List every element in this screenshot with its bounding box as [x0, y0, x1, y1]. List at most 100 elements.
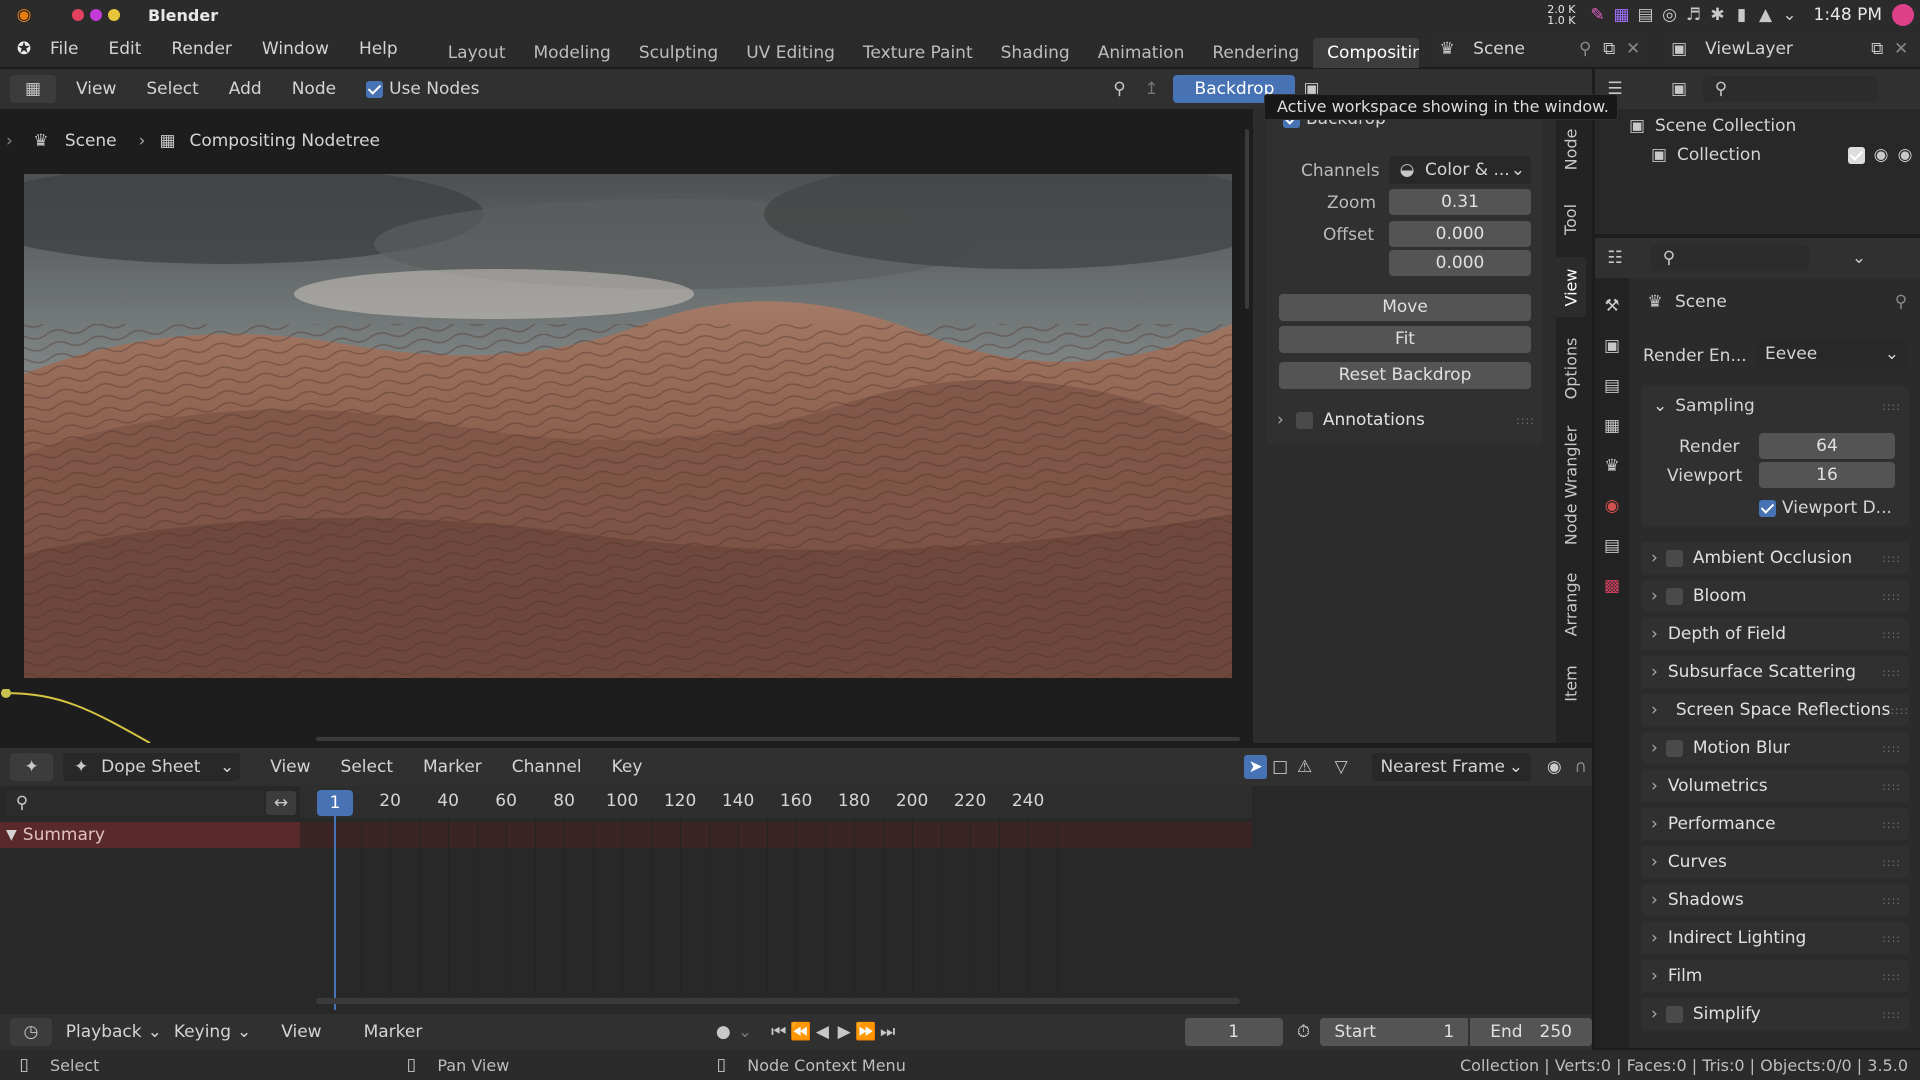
tab-modeling[interactable]: Modeling: [520, 38, 625, 68]
exclude-checkbox[interactable]: [1848, 146, 1865, 164]
fit-button[interactable]: Fit: [1279, 326, 1531, 353]
volume-icon[interactable]: ♬: [1682, 3, 1706, 27]
viewport-denoise-option[interactable]: Viewport D...: [1759, 498, 1892, 518]
chevron-down-icon[interactable]: ⌄: [1778, 3, 1802, 27]
drag-handle-icon[interactable]: ::::: [1882, 552, 1901, 565]
editor-type-button[interactable]: ◷: [10, 1018, 52, 1046]
tab-animation[interactable]: Animation: [1084, 38, 1199, 68]
panel-enable-checkbox[interactable]: [1665, 549, 1683, 567]
summary-channel[interactable]: ▼ Summary: [0, 822, 300, 848]
editor-type-button[interactable]: ✦: [10, 753, 54, 781]
menu-node[interactable]: Node: [292, 79, 336, 99]
eye-icon[interactable]: ◉: [1869, 143, 1893, 167]
tab-node[interactable]: Node: [1556, 119, 1586, 179]
vpn-icon[interactable]: ◎: [1658, 3, 1682, 27]
end-frame-field[interactable]: End 250: [1470, 1018, 1592, 1046]
drag-handle-icon[interactable]: ::::: [1516, 414, 1535, 427]
drag-handle-icon[interactable]: ::::: [1882, 894, 1901, 907]
tab-sculpting[interactable]: Sculpting: [625, 38, 732, 68]
menu-help[interactable]: Help: [359, 39, 398, 59]
tab-layout[interactable]: Layout: [434, 38, 520, 68]
properties-panel[interactable]: › Depth of Field::::: [1641, 618, 1909, 650]
horizontal-scrollbar[interactable]: [316, 998, 1240, 1004]
render-samples-field[interactable]: 64: [1759, 433, 1895, 459]
view-layer-tab-icon[interactable]: ▦: [1600, 414, 1624, 438]
tab-options[interactable]: Options: [1556, 323, 1586, 413]
scene-selector[interactable]: ♛ Scene ⚲ ⧉ ✕: [1429, 34, 1652, 63]
new-view-layer-icon[interactable]: ⧉: [1865, 37, 1889, 61]
scene-tab-icon[interactable]: ♛: [1600, 454, 1624, 478]
chevron-down-icon[interactable]: ⌄: [1847, 246, 1871, 270]
drag-handle-icon[interactable]: ::::: [1882, 400, 1901, 413]
menu-select[interactable]: Select: [146, 79, 198, 99]
channels-dropdown[interactable]: ◒ Color & ... ⌄: [1389, 156, 1531, 184]
horizontal-scrollbar[interactable]: [316, 737, 1240, 741]
frame-ruler[interactable]: 20 40 60 80 100 120 140 160 180 200 220 240: [300, 786, 1252, 818]
jump-end-icon[interactable]: ⏭: [877, 1020, 899, 1044]
panel-enable-checkbox[interactable]: [1665, 1005, 1683, 1023]
drag-handle-icon[interactable]: ::::: [1882, 818, 1901, 831]
properties-panel[interactable]: › Volumetrics::::: [1641, 770, 1909, 802]
annotations-checkbox[interactable]: [1295, 411, 1313, 429]
tab-uv-editing[interactable]: UV Editing: [732, 38, 849, 68]
move-button[interactable]: Move: [1279, 294, 1531, 321]
bluetooth-icon[interactable]: ✱: [1706, 3, 1730, 27]
viewport-denoise-checkbox[interactable]: [1759, 499, 1776, 517]
properties-editor-icon[interactable]: ☷: [1603, 246, 1627, 270]
proportional-edit-icon[interactable]: ◉: [1543, 755, 1566, 779]
annotations-panel[interactable]: › Annotations ::::: [1267, 404, 1543, 436]
channel-search-input[interactable]: ⚲: [6, 790, 264, 816]
outliner-collection[interactable]: ▣ Collection ◉ ◉: [1647, 142, 1917, 168]
play-icon[interactable]: ▶: [833, 1020, 855, 1044]
menu-key[interactable]: Key: [612, 757, 643, 777]
offset-x-field[interactable]: 0.000: [1389, 221, 1531, 247]
breadcrumb-scene[interactable]: Scene: [65, 131, 117, 151]
outliner-scene-collection[interactable]: ▣ Scene Collection: [1625, 113, 1796, 139]
tab-shading[interactable]: Shading: [987, 38, 1084, 68]
breadcrumb-nodetree[interactable]: Compositing Nodetree: [189, 131, 380, 151]
dopesheet-grid[interactable]: 20 40 60 80 100 120 140 160 180 200 220 240 1: [300, 786, 1252, 1014]
vertical-scrollbar[interactable]: [1245, 129, 1249, 309]
render-tab-icon[interactable]: ▣: [1600, 334, 1624, 358]
outliner-search-input[interactable]: ⚲: [1703, 76, 1877, 102]
record-icon[interactable]: ●: [712, 1020, 734, 1044]
falloff-curve-icon[interactable]: ∩: [1570, 755, 1593, 779]
properties-panel[interactable]: › Indirect Lighting::::: [1641, 922, 1909, 954]
properties-panel[interactable]: › Ambient Occlusion::::: [1641, 542, 1909, 574]
close-icon[interactable]: ✕: [1889, 37, 1913, 61]
menu-keying[interactable]: Keying: [174, 1022, 231, 1042]
pen-app-icon[interactable]: ✎: [1586, 3, 1610, 27]
menu-select[interactable]: Select: [341, 757, 393, 777]
properties-panel[interactable]: › Subsurface Scattering::::: [1641, 656, 1909, 688]
warning-icon[interactable]: ⚠: [1293, 755, 1316, 779]
wifi-icon[interactable]: ▲: [1754, 3, 1778, 27]
properties-panel[interactable]: › Shadows::::: [1641, 884, 1909, 916]
output-tab-icon[interactable]: ▤: [1600, 374, 1624, 398]
drag-handle-icon[interactable]: ::::: [1882, 1008, 1901, 1021]
properties-panel[interactable]: › Film::::: [1641, 960, 1909, 992]
menu-view[interactable]: View: [281, 1022, 321, 1042]
drag-handle-icon[interactable]: ::::: [1882, 590, 1901, 603]
panel-enable-checkbox[interactable]: [1665, 587, 1683, 605]
new-scene-icon[interactable]: ⧉: [1597, 37, 1621, 61]
next-keyframe-icon[interactable]: ⏩: [855, 1020, 877, 1044]
drag-handle-icon[interactable]: ::::: [1882, 628, 1901, 641]
avatar[interactable]: [1892, 4, 1914, 26]
properties-panel[interactable]: › Curves::::: [1641, 846, 1909, 878]
pin-icon[interactable]: ⚲: [1107, 77, 1131, 101]
tab-tool[interactable]: Tool: [1556, 189, 1586, 249]
texture-tab-icon[interactable]: ▩: [1600, 574, 1624, 598]
menu-playback[interactable]: Playback: [66, 1022, 142, 1042]
properties-panel[interactable]: › Screen Space Reflections::::: [1641, 694, 1909, 726]
stopwatch-icon[interactable]: ⏱: [1293, 1020, 1315, 1044]
properties-panel[interactable]: › Bloom::::: [1641, 580, 1909, 612]
filter-icon[interactable]: ▽: [1330, 755, 1353, 779]
current-frame-indicator[interactable]: 1: [317, 790, 353, 816]
chevron-down-icon[interactable]: ⌄: [734, 1020, 756, 1044]
tab-item[interactable]: Item: [1556, 653, 1586, 713]
drag-handle-icon[interactable]: ::::: [1882, 932, 1901, 945]
window-max-dot[interactable]: [108, 9, 120, 21]
menu-add[interactable]: Add: [229, 79, 262, 99]
panel-enable-checkbox[interactable]: [1665, 739, 1683, 757]
close-icon[interactable]: ✕: [1621, 37, 1645, 61]
